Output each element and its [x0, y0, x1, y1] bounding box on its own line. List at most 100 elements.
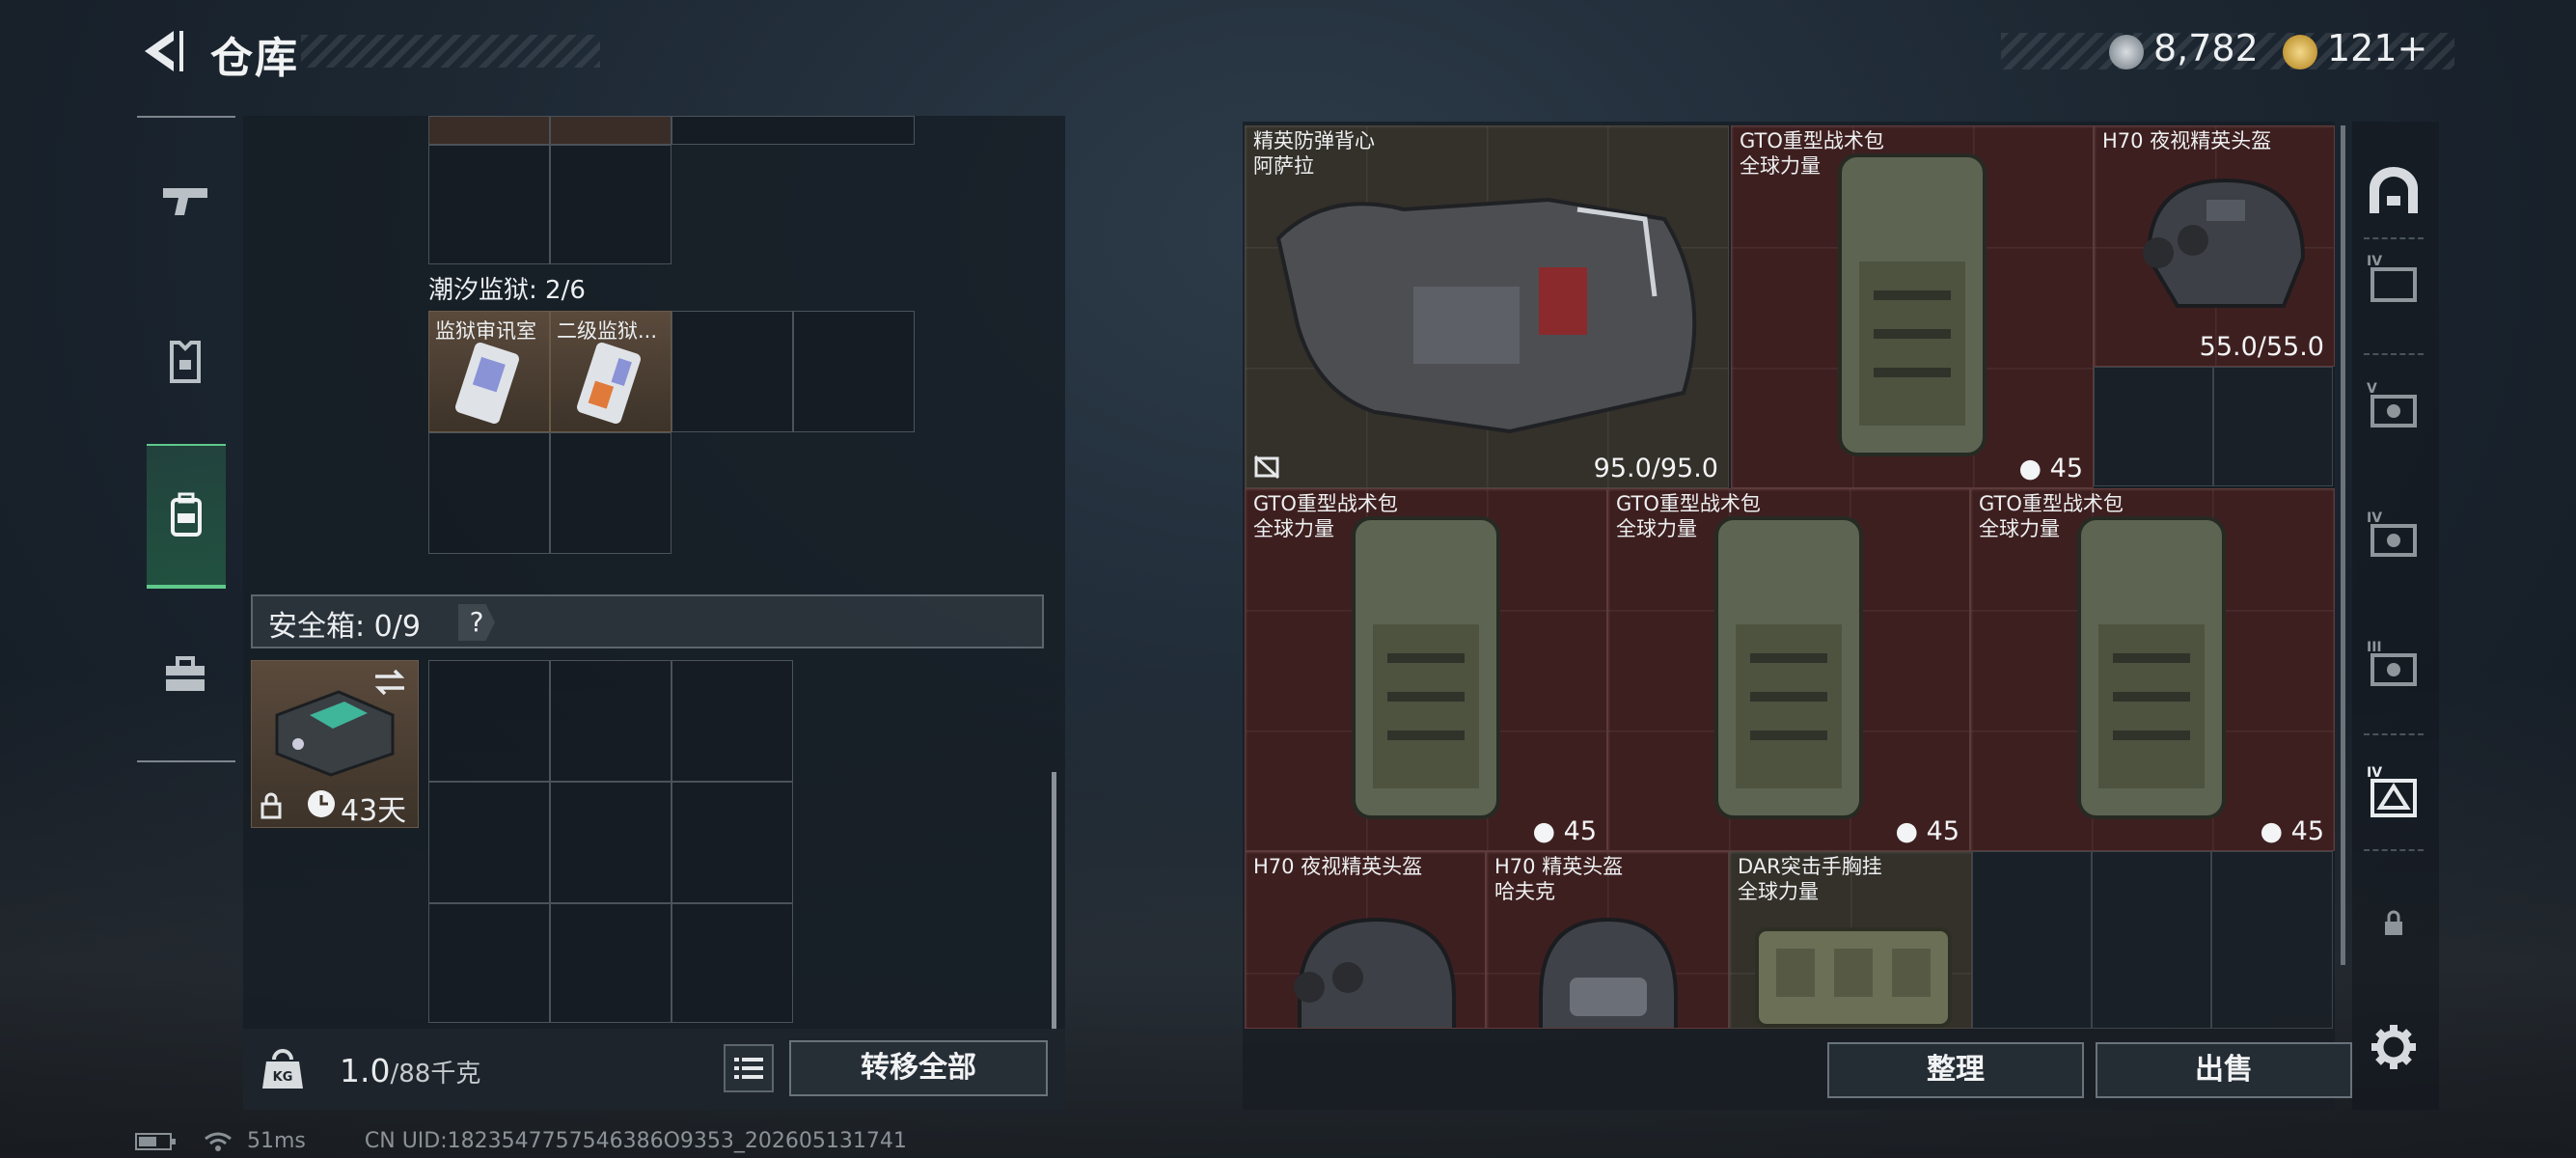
- grid-cell[interactable]: [671, 116, 915, 145]
- safebox-duration: 43天: [341, 794, 407, 828]
- item-name: 精英防弹背心 阿萨拉: [1253, 129, 1375, 178]
- item-h70-nv-helmet[interactable]: H70 夜视精英头盔 55.0/55.0: [2094, 125, 2335, 367]
- locked-tab[interactable]: [2362, 892, 2425, 955]
- chest-rig-icon: [1755, 927, 1952, 1028]
- grid-cell[interactable]: [550, 145, 671, 264]
- grid-cell[interactable]: [428, 660, 550, 782]
- durability-value: 55.0/55.0: [2199, 332, 2324, 362]
- vest-icon: [170, 341, 201, 383]
- sell-button[interactable]: 出售: [2096, 1042, 2352, 1098]
- item-gto-backpack[interactable]: GTO重型战术包 全球力量 ● 45: [1970, 488, 2335, 851]
- safebox-case-icon: [275, 690, 395, 777]
- svg-text:IV: IV: [2367, 510, 2382, 526]
- tab-separator: [2364, 733, 2424, 735]
- capacity-value: ● 45: [2260, 816, 2324, 846]
- item-prison-key[interactable]: 二级监狱...: [550, 311, 671, 432]
- storage-tier-icon: III: [2367, 640, 2417, 686]
- grid-cell[interactable]: [2211, 851, 2333, 1029]
- grid-cell[interactable]: [793, 311, 915, 432]
- item-name: GTO重型战术包 全球力量: [1979, 492, 2124, 540]
- sort-button[interactable]: 整理: [1827, 1042, 2084, 1098]
- nav-toolbox[interactable]: [137, 603, 233, 748]
- lock-icon: [2385, 910, 2402, 935]
- grid-cell[interactable]: [428, 782, 550, 903]
- nav-backpack[interactable]: [147, 444, 226, 589]
- no-insure-icon: [1253, 455, 1280, 480]
- tab-level4-storage-1[interactable]: IV: [2362, 247, 2425, 311]
- nav-divider: [137, 116, 235, 118]
- status-bar: 51ms CN UID:1823547757546386O9353_202605…: [135, 1129, 907, 1153]
- grid-cell[interactable]: [671, 660, 793, 782]
- left-scrollbar[interactable]: [1052, 772, 1056, 1031]
- capacity-value: ● 45: [2018, 454, 2083, 483]
- tab-level5-storage[interactable]: V: [2362, 374, 2425, 438]
- grid-cell[interactable]: [428, 145, 550, 264]
- storage-tier-icon: IV: [2367, 510, 2417, 557]
- silver-coin-icon: [2109, 35, 2144, 69]
- nav-armor[interactable]: [137, 290, 233, 434]
- warehouse-icon: [2370, 167, 2418, 213]
- grid-cell[interactable]: [2094, 367, 2213, 486]
- item-dar-chest-rig[interactable]: DAR突击手胸挂 全球力量: [1729, 851, 1972, 1029]
- title-decoration: [301, 35, 600, 68]
- warehouse-main-tab[interactable]: [2362, 160, 2425, 224]
- item-name: GTO重型战术包 全球力量: [1253, 492, 1398, 540]
- grid-cell[interactable]: [428, 903, 550, 1023]
- capacity-value: ● 45: [1532, 816, 1597, 846]
- grid-cell[interactable]: [428, 432, 550, 554]
- grid-cell[interactable]: [671, 311, 793, 432]
- grid-cell[interactable]: [2092, 851, 2211, 1029]
- weight-unit: /88千克: [390, 1060, 481, 1089]
- lock-icon: [260, 792, 282, 819]
- right-scrollbar[interactable]: [2341, 125, 2345, 965]
- backpack-icon: [2077, 516, 2226, 819]
- weight-display: 1.0/88千克: [340, 1052, 480, 1089]
- safebox-item[interactable]: 43天: [251, 660, 419, 828]
- grid-cell[interactable]: [550, 782, 671, 903]
- tab-separator: [2364, 849, 2424, 851]
- item-name: H70 精英头盔 哈夫克: [1494, 855, 1624, 903]
- backpack-icon: [171, 492, 202, 537]
- item-name: DAR突击手胸挂 全球力量: [1738, 855, 1882, 903]
- pistol-icon: [163, 188, 207, 215]
- item-gto-backpack[interactable]: GTO重型战术包 全球力量 ● 45: [1245, 488, 1607, 851]
- grid-cell[interactable]: [671, 782, 793, 903]
- item-h70-nv-helmet[interactable]: H70 夜视精英头盔: [1245, 851, 1486, 1029]
- tab-level4-storage-active[interactable]: IV: [2362, 760, 2425, 824]
- item-name: H70 夜视精英头盔: [1253, 855, 1423, 878]
- item-name: 二级监狱...: [557, 319, 658, 343]
- item-gto-backpack[interactable]: GTO重型战术包 全球力量 ● 45: [1607, 488, 1970, 851]
- currency-gold-amount[interactable]: 121+: [2327, 27, 2427, 69]
- transfer-all-button[interactable]: 转移全部: [789, 1040, 1048, 1096]
- currency-silver-amount[interactable]: 8,782: [2153, 27, 2259, 69]
- helmet-icon: [2143, 178, 2306, 308]
- item-elite-vest[interactable]: 精英防弹背心 阿萨拉 95.0/95.0: [1245, 125, 1729, 488]
- grid-cell[interactable]: [428, 116, 550, 145]
- grid-cell[interactable]: [550, 903, 671, 1023]
- page-title: 仓库: [210, 34, 299, 83]
- list-view-button[interactable]: [724, 1044, 774, 1092]
- grid-cell[interactable]: [671, 903, 793, 1023]
- item-h70-helmet[interactable]: H70 精英头盔 哈夫克: [1486, 851, 1729, 1029]
- wifi-icon: [205, 1132, 232, 1151]
- body-armor-icon: [1275, 197, 1697, 434]
- back-arrow-icon[interactable]: [135, 25, 187, 77]
- capacity-icon: ●: [1895, 816, 1919, 846]
- gold-coin-icon: [2283, 35, 2317, 69]
- grid-cell[interactable]: [550, 660, 671, 782]
- backpack-icon: [1838, 153, 1987, 456]
- toolbox-icon: [166, 656, 205, 691]
- item-interrogation-key[interactable]: 监狱审讯室: [428, 311, 550, 432]
- tab-level4-storage-2[interactable]: IV: [2362, 504, 2425, 567]
- item-gto-backpack[interactable]: GTO重型战术包 全球力量 ● 45: [1731, 125, 2094, 488]
- item-name: GTO重型战术包 全球力量: [1616, 492, 1761, 540]
- grid-cell[interactable]: [1972, 851, 2092, 1029]
- nav-weapons[interactable]: [137, 129, 233, 274]
- gear-icon: [2371, 1025, 2416, 1069]
- grid-cell[interactable]: [550, 116, 671, 145]
- settings-button[interactable]: [2362, 1015, 2425, 1079]
- tab-level3-storage[interactable]: III: [2362, 633, 2425, 697]
- grid-cell[interactable]: [2213, 367, 2333, 486]
- weight-icon: KG: [259, 1044, 307, 1092]
- grid-cell[interactable]: [550, 432, 671, 554]
